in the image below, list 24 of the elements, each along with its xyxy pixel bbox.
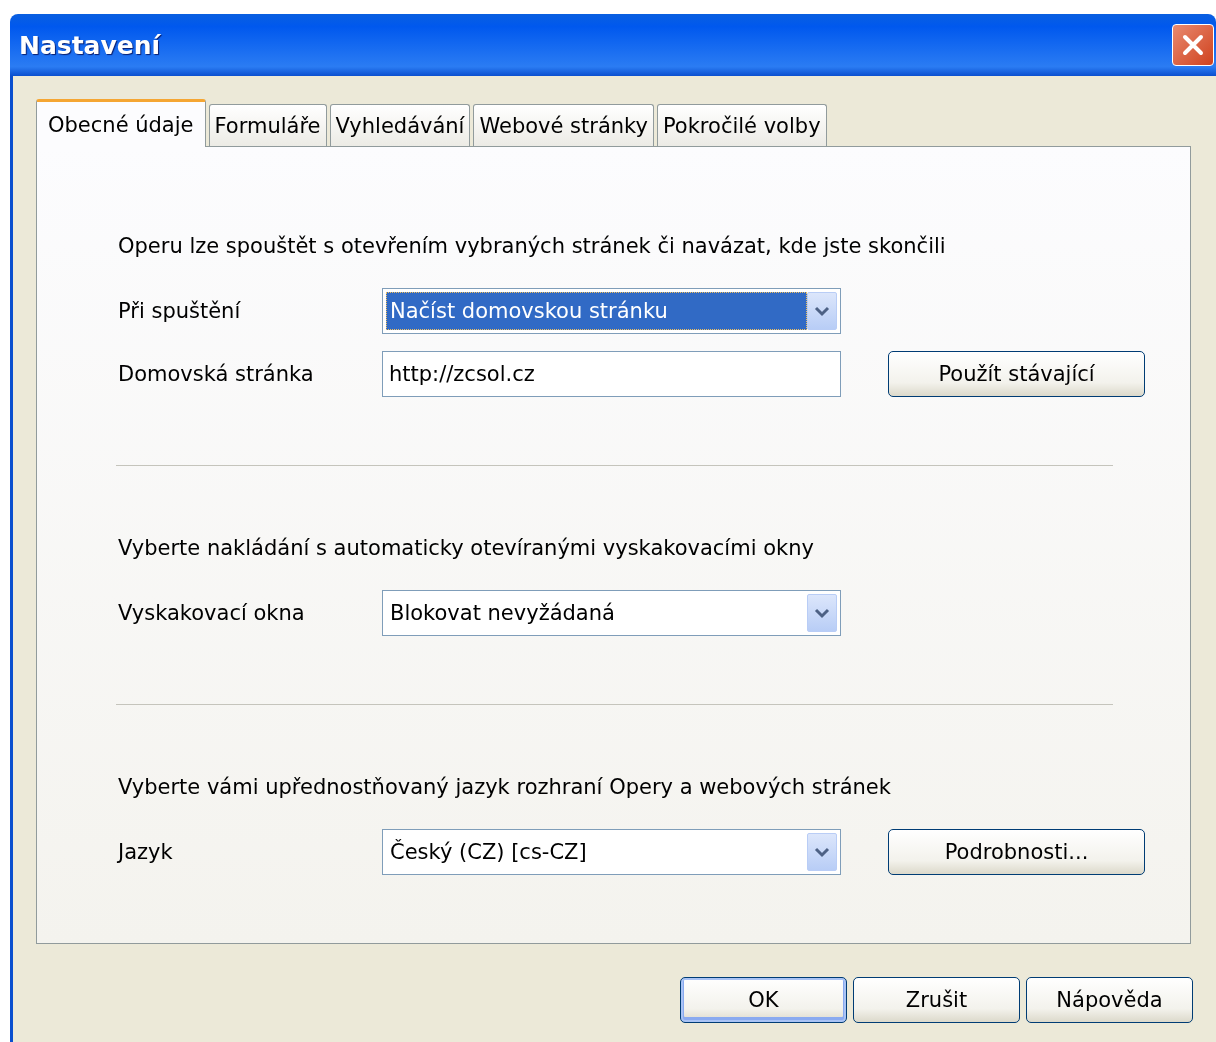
window-title: Nastavení [19, 30, 161, 60]
field-label: Domovská stránka [118, 362, 315, 386]
text-field[interactable]: http://zcsol.cz [382, 351, 841, 397]
close-icon [1181, 33, 1205, 57]
field-label: Jazyk [118, 840, 174, 864]
dialog-button[interactable]: Zrušit [853, 977, 1020, 1023]
tab[interactable]: Formuláře [208, 104, 327, 146]
tab[interactable]: Vyhledávání [329, 104, 471, 146]
dropdown[interactable]: Načíst domovskou stránku [382, 288, 841, 334]
field-label: Při spuštění [118, 299, 242, 323]
section-description: Vyberte nakládání s automaticky otevíranými vyskakovacími okny [118, 535, 815, 562]
tab[interactable]: Webové stránky [473, 104, 654, 146]
field-label: Vyskakovací okna [118, 601, 306, 625]
tab[interactable]: Pokročilé volby [656, 104, 827, 146]
dropdown[interactable]: Český (CZ) [cs-CZ] [382, 829, 841, 875]
section-description: Operu lze spouštět s otevřením vybraných stránek či navázat, kde jste skončili [118, 233, 947, 260]
dialog-button[interactable]: OK [680, 977, 847, 1023]
action-button[interactable]: Podrobnosti... [888, 829, 1145, 875]
action-button[interactable]: Použít stávající [888, 351, 1145, 397]
section-description: Vyberte vámi upřednostňovaný jazyk rozhraní Opery a webových stránek [118, 774, 892, 801]
dialog-button[interactable]: Nápověda [1026, 977, 1193, 1023]
dropdown[interactable]: Blokovat nevyžádaná [382, 590, 841, 636]
close-button[interactable] [1172, 24, 1214, 66]
tab[interactable]: Obecné údaje [36, 99, 206, 147]
